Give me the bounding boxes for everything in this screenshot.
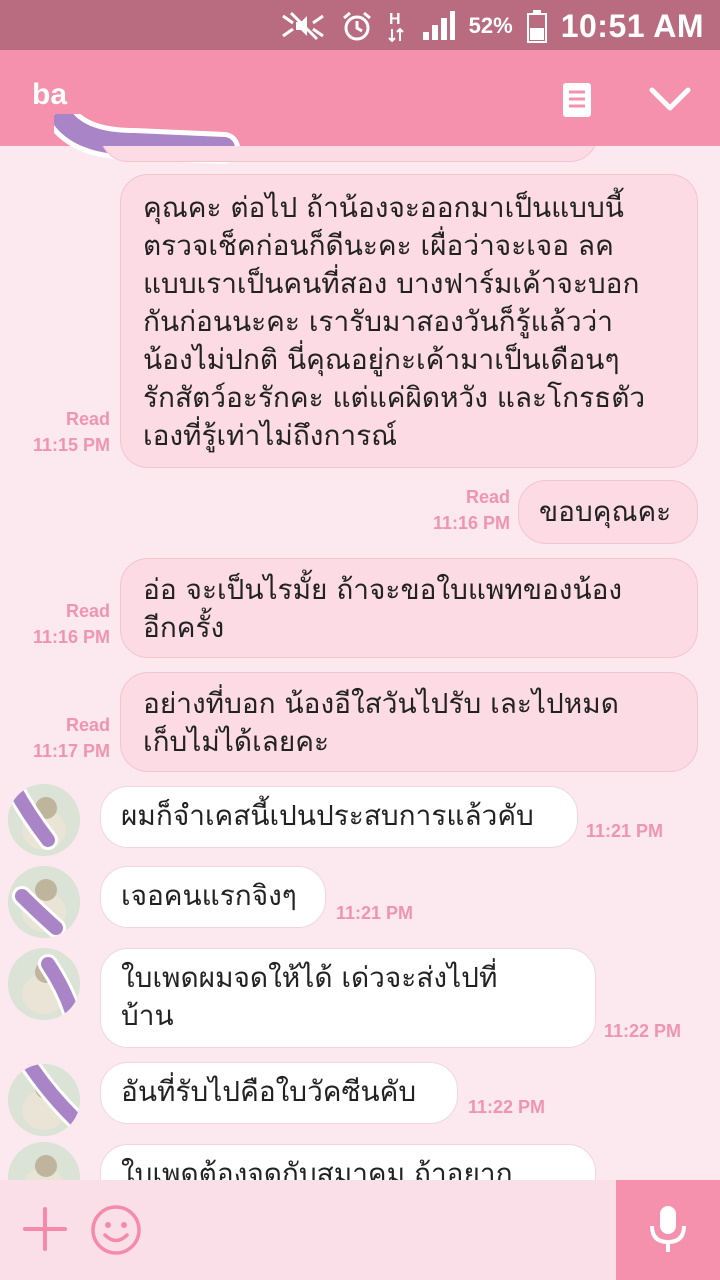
message-time: 11:21 PM (586, 821, 664, 841)
network-h-icon: H (387, 11, 404, 43)
read-receipt: Read (65, 715, 110, 735)
signal-icon (422, 11, 455, 40)
message-meta: Read 11:15 PM (20, 406, 110, 458)
chevron-down-icon[interactable] (648, 84, 692, 114)
battery-icon (526, 10, 547, 43)
message-time: 11:15 PM (32, 435, 110, 455)
svg-text:H: H (389, 11, 401, 28)
plus-icon[interactable] (22, 1206, 68, 1252)
mute-icon (281, 11, 324, 41)
message-time: 11:22 PM (468, 1097, 546, 1117)
message-meta: Read 11:16 PM (420, 484, 510, 536)
message-bubble-in[interactable]: อันที่รับไปคือใบวัคซีนคับ (100, 1062, 458, 1124)
read-receipt: Read (65, 601, 110, 621)
mic-icon (650, 1206, 686, 1252)
message-list[interactable]: Read 11:15 PM คุณคะ ต่อไป ถ้าน้องจะออกมา… (0, 146, 720, 1180)
chat-header: ba (0, 50, 720, 164)
avatar-photo (8, 948, 80, 1020)
avatar[interactable] (8, 948, 80, 1020)
message-bubble-out[interactable]: อ่อ จะเป็นไรมั้ย ถ้าจะขอใบแพทของน้อง อีก… (120, 558, 698, 658)
message-meta: Read 11:16 PM (20, 598, 110, 650)
avatar-photo (8, 784, 80, 856)
avatar-photo (8, 1142, 80, 1180)
avatar[interactable] (8, 1142, 80, 1180)
message-meta: Read 11:17 PM (20, 712, 110, 764)
alarm-icon (342, 11, 371, 41)
document-icon[interactable] (560, 82, 594, 118)
message-bubble-in[interactable]: ใบเพดต้องจดกับสมาคม ถ้าอยาก (100, 1144, 596, 1180)
read-receipt: Read (465, 487, 510, 507)
message-bubble-clipped (100, 146, 598, 162)
message-time: 11:22 PM (604, 1021, 682, 1041)
message-time: 11:17 PM (32, 741, 110, 761)
read-receipt: Read (65, 409, 110, 429)
smile-icon[interactable] (90, 1204, 142, 1256)
message-time: 11:16 PM (32, 627, 110, 647)
message-bubble-out[interactable]: คุณคะ ต่อไป ถ้าน้องจะออกมาเป็นแบบนี้ ตรว… (120, 174, 698, 468)
time-clipped (600, 146, 680, 152)
clock: 10:51 AM (560, 7, 704, 44)
battery-percentage: 52% (468, 13, 513, 38)
message-bubble-in[interactable]: ใบเพดผมจดให้ได้ เด่วจะส่งไปที่ บ้าน (100, 948, 596, 1048)
message-bubble-out[interactable]: อย่างที่บอก น้องอีใสวันไปรับ เละไปหมด เก… (120, 672, 698, 772)
status-bar: H 52% 10:51 AM (0, 0, 720, 50)
avatar[interactable] (8, 784, 80, 856)
avatar[interactable] (8, 866, 80, 938)
message-time: 11:16 PM (432, 513, 510, 533)
message-time: 11:21 PM (336, 903, 414, 923)
avatar-photo (8, 1064, 80, 1136)
chat-title[interactable]: ba (32, 78, 67, 112)
input-bar (0, 1180, 616, 1280)
avatar[interactable] (8, 1064, 80, 1136)
mic-button[interactable] (616, 1180, 720, 1280)
avatar-photo (8, 866, 80, 938)
message-bubble-in[interactable]: เจอคนแรกจิงๆ (100, 866, 326, 928)
message-bubble-in[interactable]: ผมก็จำเคสนี้เปนประสบการแล้วคับ (100, 786, 578, 848)
message-bubble-out[interactable]: ขอบคุณคะ (518, 480, 698, 544)
